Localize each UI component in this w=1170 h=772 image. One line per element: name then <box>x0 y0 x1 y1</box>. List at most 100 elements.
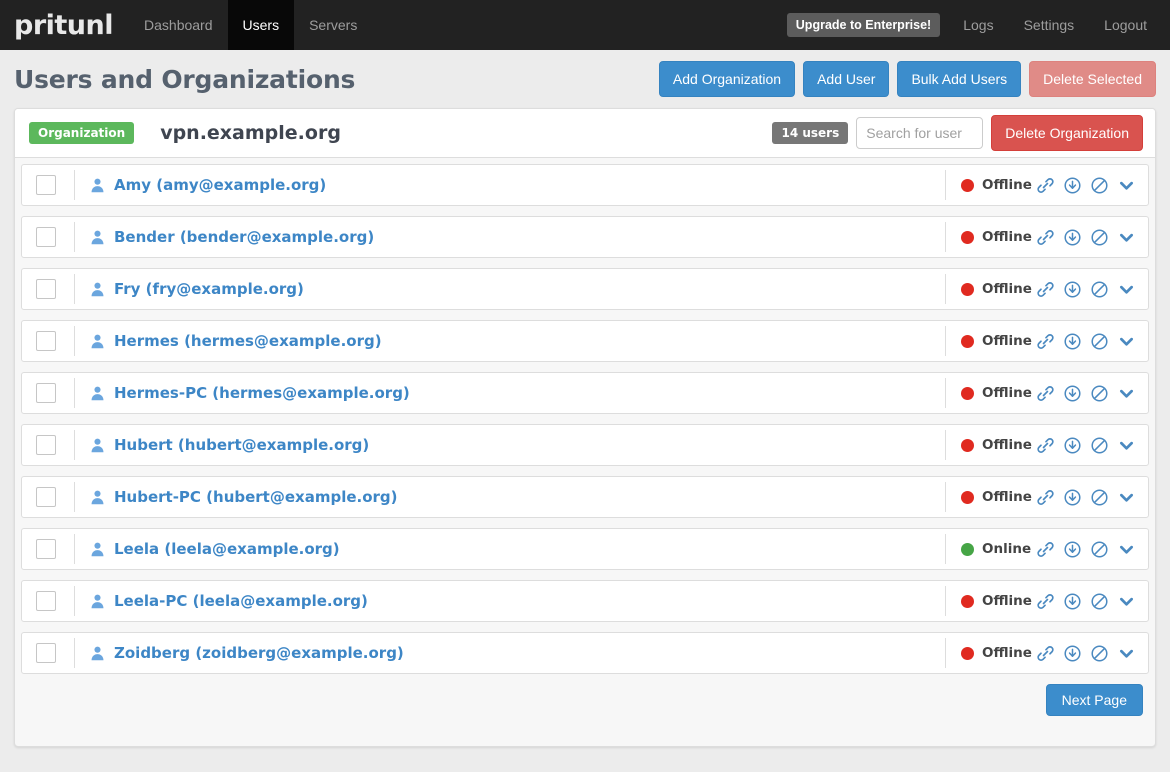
download-icon[interactable] <box>1063 488 1082 507</box>
download-icon[interactable] <box>1063 644 1082 663</box>
brand-logo[interactable]: pritunl <box>0 0 129 50</box>
user-select-checkbox[interactable] <box>36 279 56 299</box>
row-divider <box>74 430 75 460</box>
nav-item-servers[interactable]: Servers <box>294 0 372 50</box>
add-user-button[interactable]: Add User <box>803 61 890 97</box>
chevron-down-icon[interactable] <box>1117 176 1136 195</box>
ban-icon[interactable] <box>1090 176 1109 195</box>
row-divider <box>74 326 75 356</box>
user-row-right: Offline <box>945 477 1148 517</box>
next-page-button[interactable]: Next Page <box>1045 684 1143 716</box>
link-icon[interactable] <box>1036 644 1055 663</box>
status-text: Offline <box>982 385 1032 401</box>
download-icon[interactable] <box>1063 592 1082 611</box>
status-dot <box>961 594 974 608</box>
page-title: Users and Organizations <box>14 64 356 94</box>
link-icon[interactable] <box>1036 488 1055 507</box>
user-row: Hubert-PC (hubert@example.org) Offline <box>21 476 1149 518</box>
user-select-checkbox[interactable] <box>36 591 56 611</box>
link-icon[interactable] <box>1036 228 1055 247</box>
search-user-input[interactable] <box>856 117 984 149</box>
user-select-checkbox[interactable] <box>36 175 56 195</box>
link-icon[interactable] <box>1036 332 1055 351</box>
status-text: Offline <box>982 645 1032 661</box>
download-icon[interactable] <box>1063 228 1082 247</box>
nav-item-settings[interactable]: Settings <box>1009 17 1090 33</box>
user-select-checkbox[interactable] <box>36 331 56 351</box>
organization-name: vpn.example.org <box>160 122 341 144</box>
ban-icon[interactable] <box>1090 280 1109 299</box>
user-row-right: Offline <box>945 269 1148 309</box>
status-text: Online <box>982 541 1032 557</box>
download-icon[interactable] <box>1063 436 1082 455</box>
nav-item-logs[interactable]: Logs <box>948 17 1008 33</box>
chevron-down-icon[interactable] <box>1117 332 1136 351</box>
user-row: Hubert (hubert@example.org) Offline <box>21 424 1149 466</box>
user-avatar-icon <box>89 489 106 506</box>
chevron-down-icon[interactable] <box>1117 644 1136 663</box>
user-name-link[interactable]: Hermes-PC (hermes@example.org) <box>114 384 410 402</box>
chevron-down-icon[interactable] <box>1117 436 1136 455</box>
download-icon[interactable] <box>1063 280 1082 299</box>
link-icon[interactable] <box>1036 176 1055 195</box>
chevron-down-icon[interactable] <box>1117 540 1136 559</box>
user-select-checkbox[interactable] <box>36 383 56 403</box>
add-organization-button[interactable]: Add Organization <box>658 61 796 97</box>
ban-icon[interactable] <box>1090 332 1109 351</box>
chevron-down-icon[interactable] <box>1117 280 1136 299</box>
upgrade-to-enterprise-button[interactable]: Upgrade to Enterprise! <box>786 13 941 37</box>
link-icon[interactable] <box>1036 436 1055 455</box>
link-icon[interactable] <box>1036 384 1055 403</box>
ban-icon[interactable] <box>1090 384 1109 403</box>
user-name-link[interactable]: Amy (amy@example.org) <box>114 176 326 194</box>
user-select-checkbox[interactable] <box>36 487 56 507</box>
user-name-link[interactable]: Hermes (hermes@example.org) <box>114 332 382 350</box>
user-name-link[interactable]: Fry (fry@example.org) <box>114 280 304 298</box>
ban-icon[interactable] <box>1090 228 1109 247</box>
user-select-checkbox[interactable] <box>36 435 56 455</box>
row-divider <box>74 534 75 564</box>
user-name-link[interactable]: Bender (bender@example.org) <box>114 228 374 246</box>
nav-item-users[interactable]: Users <box>227 0 295 50</box>
download-icon[interactable] <box>1063 384 1082 403</box>
user-select-checkbox[interactable] <box>36 539 56 559</box>
user-select-checkbox[interactable] <box>36 643 56 663</box>
link-icon[interactable] <box>1036 540 1055 559</box>
bulk-add-users-button[interactable]: Bulk Add Users <box>897 61 1022 97</box>
delete-selected-button[interactable]: Delete Selected <box>1029 61 1156 97</box>
user-avatar-icon <box>89 541 106 558</box>
user-avatar-icon <box>89 333 106 350</box>
ban-icon[interactable] <box>1090 644 1109 663</box>
user-select-checkbox[interactable] <box>36 227 56 247</box>
download-icon[interactable] <box>1063 332 1082 351</box>
user-name-link[interactable]: Hubert-PC (hubert@example.org) <box>114 488 398 506</box>
chevron-down-icon[interactable] <box>1117 592 1136 611</box>
user-row-actions <box>1036 280 1148 299</box>
row-divider <box>74 170 75 200</box>
status-dot <box>961 438 974 452</box>
download-icon[interactable] <box>1063 176 1082 195</box>
chevron-down-icon[interactable] <box>1117 384 1136 403</box>
user-name-link[interactable]: Zoidberg (zoidberg@example.org) <box>114 644 404 662</box>
ban-icon[interactable] <box>1090 488 1109 507</box>
ban-icon[interactable] <box>1090 436 1109 455</box>
delete-organization-button[interactable]: Delete Organization <box>991 115 1143 151</box>
chevron-down-icon[interactable] <box>1117 488 1136 507</box>
chevron-down-icon[interactable] <box>1117 228 1136 247</box>
row-divider <box>74 586 75 616</box>
download-icon[interactable] <box>1063 540 1082 559</box>
ban-icon[interactable] <box>1090 540 1109 559</box>
user-name-link[interactable]: Leela (leela@example.org) <box>114 540 340 558</box>
user-name-link[interactable]: Leela-PC (leela@example.org) <box>114 592 368 610</box>
user-row-right: Offline <box>945 373 1148 413</box>
nav-item-logout[interactable]: Logout <box>1089 17 1162 33</box>
user-name-link[interactable]: Hubert (hubert@example.org) <box>114 436 369 454</box>
row-divider <box>945 586 946 616</box>
link-icon[interactable] <box>1036 280 1055 299</box>
nav-item-dashboard[interactable]: Dashboard <box>129 0 228 50</box>
status-dot <box>961 334 974 348</box>
user-avatar-icon <box>89 645 106 662</box>
ban-icon[interactable] <box>1090 592 1109 611</box>
user-row-actions <box>1036 228 1148 247</box>
link-icon[interactable] <box>1036 592 1055 611</box>
